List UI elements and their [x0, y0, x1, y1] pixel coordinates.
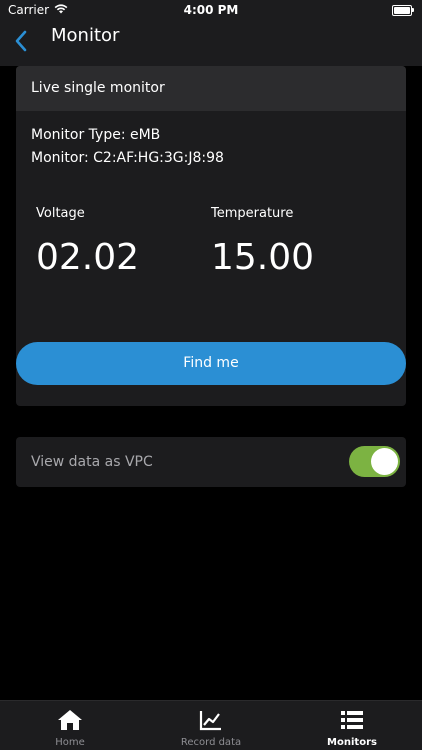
voltage-label: Voltage — [36, 206, 85, 221]
voltage-metric: Voltage 02.02 — [36, 206, 139, 278]
tab-monitors[interactable]: Monitors — [282, 701, 422, 750]
home-icon — [57, 709, 83, 733]
status-bar: Carrier 4:00 PM — [0, 0, 422, 20]
temperature-value: 15.00 — [211, 237, 315, 278]
card-header: Live single monitor — [16, 66, 406, 111]
tab-record-data[interactable]: Record data — [141, 701, 281, 750]
tab-bar: Home Record data Monitors — [0, 700, 422, 750]
vpc-toggle[interactable] — [349, 446, 400, 477]
nav-bar: Monitor — [0, 20, 422, 66]
monitor-id: Monitor: C2:AF:HG:3G:J8:98 — [31, 150, 224, 166]
back-button[interactable] — [8, 30, 34, 56]
toggle-knob — [371, 448, 398, 475]
live-monitor-card: Live single monitor Monitor Type: eMB Mo… — [16, 66, 406, 406]
temperature-label: Temperature — [211, 206, 294, 221]
page-title: Monitor — [51, 25, 120, 46]
monitor-screen: Carrier 4:00 PM Monitor Live single moni — [0, 0, 422, 750]
list-icon — [340, 709, 364, 733]
monitor-info: Monitor Type: eMB Monitor: C2:AF:HG:3G:J… — [16, 111, 406, 170]
tab-home[interactable]: Home — [0, 701, 140, 750]
tab-record-data-label: Record data — [180, 737, 242, 748]
vpc-row: View data as VPC — [16, 437, 406, 487]
tab-home-label: Home — [55, 737, 85, 748]
find-me-button[interactable]: Find me — [16, 342, 406, 385]
battery-icon — [392, 5, 414, 16]
tab-monitors-label: Monitors — [327, 737, 377, 748]
vpc-label: View data as VPC — [31, 454, 153, 470]
monitor-type: Monitor Type: eMB — [31, 127, 161, 143]
status-time: 4:00 PM — [183, 3, 239, 17]
chart-icon — [199, 709, 223, 733]
voltage-value: 02.02 — [36, 237, 140, 278]
temperature-metric: Temperature 15.00 — [211, 206, 314, 278]
chevron-left-icon — [14, 30, 28, 56]
